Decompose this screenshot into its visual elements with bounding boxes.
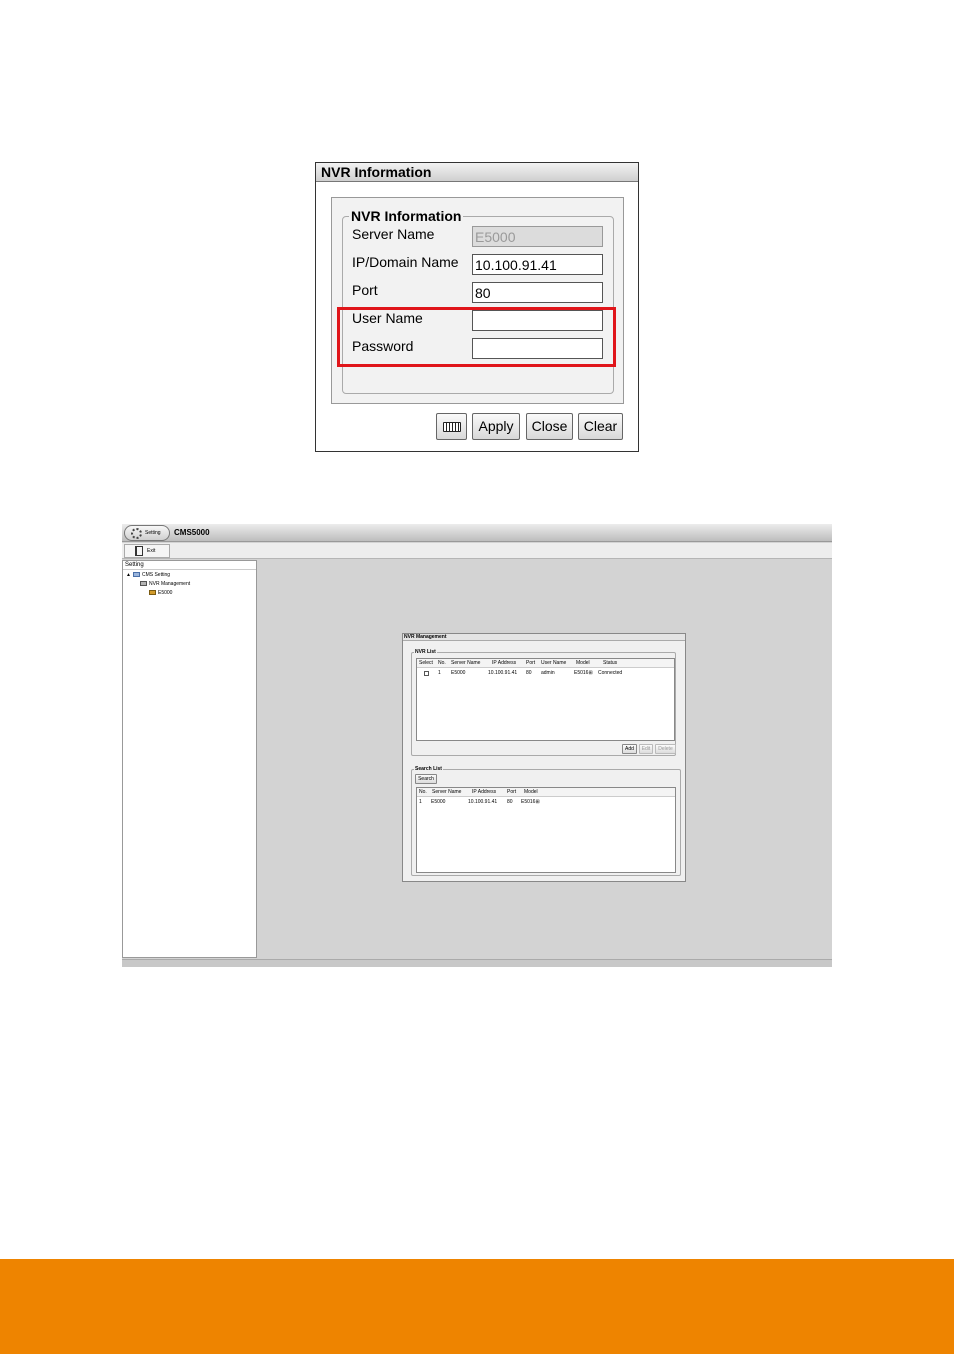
tree-header: Setting <box>123 561 256 570</box>
cell-ip-address: 10.100.91.41 <box>468 799 498 805</box>
port-row: Port <box>352 281 607 305</box>
setting-tab[interactable]: Setting <box>124 525 170 541</box>
checkbox-icon <box>424 671 429 676</box>
exit-button[interactable]: Exit <box>124 544 170 558</box>
app-title: CMS5000 <box>174 528 210 537</box>
search-button[interactable]: Search <box>415 774 437 784</box>
keyboard-icon <box>442 422 461 432</box>
tree-item-label: NVR Management <box>149 581 191 587</box>
nvr-list-label: NVR List <box>414 649 437 655</box>
credentials-highlight-box <box>337 307 616 367</box>
status-bar <box>122 959 832 967</box>
col-status: Status <box>603 660 618 666</box>
col-user-name: User Name <box>541 660 567 666</box>
nvr-management-icon <box>140 581 147 587</box>
toolbar: Exit <box>122 543 832 559</box>
exit-door-icon <box>135 546 143 556</box>
cell-no: 1 <box>419 799 422 805</box>
cell-port: 80 <box>507 799 513 805</box>
expand-icon[interactable]: ▲ <box>126 572 131 578</box>
clear-button[interactable]: Clear <box>578 413 623 440</box>
port-input[interactable] <box>472 282 603 303</box>
col-server-name: Server Name <box>432 789 462 795</box>
footer-bar <box>0 1259 954 1354</box>
nvr-list-group: NVR List Select No. Server Name IP Addre… <box>411 649 676 756</box>
col-select: Select <box>419 660 433 666</box>
server-name-input <box>472 226 603 247</box>
cell-ip-address: 10.100.91.41 <box>488 670 518 676</box>
edit-button[interactable]: Edit <box>639 744 653 754</box>
tree-item-label: E5000 <box>158 590 173 596</box>
nvr-management-title: NVR Management <box>403 634 685 641</box>
ip-domain-name-input[interactable] <box>472 254 603 275</box>
table-row[interactable]: 1 E5000 10.100.91.41 80 E5016⊞ <box>417 798 675 807</box>
nvr-information-group: NVR Information Server Name IP/Domain Na… <box>342 208 614 394</box>
virtual-keyboard-button[interactable] <box>436 413 467 440</box>
col-model: Model <box>524 789 538 795</box>
apply-button[interactable]: Apply <box>472 413 520 440</box>
cell-user-name: admin <box>541 670 555 676</box>
search-list-label: Search List <box>414 766 443 772</box>
server-name-label: Server Name <box>352 226 435 242</box>
close-button[interactable]: Close <box>526 413 573 440</box>
cms-app-window: Setting CMS5000 Exit Setting ▲ CMS Settin… <box>122 524 832 967</box>
port-label: Port <box>352 282 378 298</box>
exit-label: Exit <box>147 548 156 554</box>
select-checkbox[interactable] <box>424 669 429 680</box>
search-list-table: No. Server Name IP Address Port Model 1 … <box>416 787 676 873</box>
server-icon <box>149 590 156 596</box>
add-button[interactable]: Add <box>622 744 637 754</box>
table-row[interactable]: 1 E5000 10.100.91.41 80 admin E5016⊞ Con… <box>417 669 674 678</box>
settings-tree-pane: Setting ▲ CMS Setting NVR Management E500… <box>122 560 257 958</box>
title-bar: Setting CMS5000 <box>122 524 832 542</box>
cell-model: E5016⊞ <box>574 670 593 676</box>
ip-domain-name-row: IP/Domain Name <box>352 253 607 277</box>
server-name-row: Server Name <box>352 225 607 249</box>
cell-no: 1 <box>438 670 441 676</box>
tree-item-label: CMS Setting <box>141 572 171 578</box>
cell-server-name: E5000 <box>451 670 466 676</box>
col-port: Port <box>507 789 517 795</box>
ip-domain-name-label: IP/Domain Name <box>352 254 459 270</box>
col-no: No. <box>419 789 427 795</box>
col-model: Model <box>576 660 590 666</box>
nvr-information-panel: NVR Information Server Name IP/Domain Na… <box>331 197 624 404</box>
cell-status: Connected <box>598 670 623 676</box>
cell-model: E5016⊞ <box>521 799 540 805</box>
delete-button[interactable]: Delete <box>655 744 676 754</box>
nvr-list-table: Select No. Server Name IP Address Port U… <box>416 658 675 741</box>
search-list-group: Search List Search No. Server Name IP Ad… <box>411 766 681 876</box>
col-port: Port <box>526 660 536 666</box>
cell-port: 80 <box>526 670 532 676</box>
col-ip-address: IP Address <box>472 789 497 795</box>
cell-server-name: E5000 <box>431 799 446 805</box>
col-no: No. <box>438 660 446 666</box>
group-label: NVR Information <box>349 208 464 224</box>
nvr-management-window: NVR Management NVR List Select No. Serve… <box>402 633 686 882</box>
tree-item-cms-setting[interactable]: ▲ CMS Setting <box>126 572 170 579</box>
gear-icon <box>131 528 142 539</box>
cms-setting-icon <box>132 572 140 578</box>
dialog-title: NVR Information <box>316 163 638 182</box>
search-list-header: No. Server Name IP Address Port Model <box>417 788 675 797</box>
col-server-name: Server Name <box>451 660 481 666</box>
tree-item-e5000[interactable]: E5000 <box>149 590 172 597</box>
setting-tab-label: Setting <box>145 530 161 536</box>
nvr-list-header: Select No. Server Name IP Address Port U… <box>417 659 674 668</box>
tree-item-nvr-management[interactable]: NVR Management <box>140 581 190 588</box>
col-ip-address: IP Address <box>492 660 517 666</box>
